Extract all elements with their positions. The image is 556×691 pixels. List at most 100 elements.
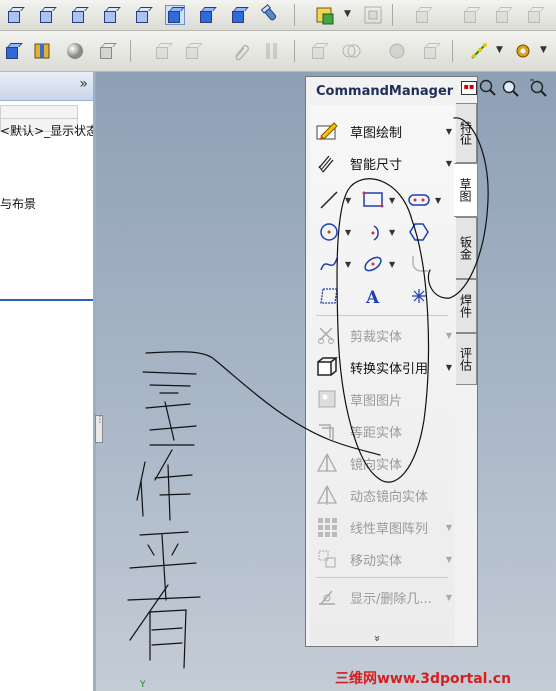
revolve-boss-icon (490, 2, 516, 28)
chevron-down-icon[interactable]: ▼ (446, 523, 452, 532)
shaded-tangent-icon[interactable] (30, 38, 56, 64)
sketch-picture-icon (314, 387, 340, 411)
trim-entities-button[interactable]: 剪裁实体 ▼ (314, 321, 454, 349)
display-delete-relations-label: 显示/删除几... (350, 591, 432, 607)
ellipse-icon[interactable] (360, 251, 386, 277)
sweep-boss-icon (522, 2, 548, 28)
chevron-down-icon[interactable]: ▼ (446, 555, 452, 564)
command-manager-title[interactable]: CommandManager (306, 77, 454, 105)
view-orientation-front-icon[interactable] (34, 2, 60, 28)
standard-toolbar: ▼ ▼ (0, 31, 556, 72)
chevron-down-icon[interactable]: ▼ (446, 363, 452, 372)
smart-fasteners-icon (258, 38, 284, 64)
shaded-edges-icon[interactable] (226, 2, 252, 28)
polygon-icon[interactable] (406, 219, 432, 245)
mirror-entities-button[interactable]: 镜向实体 (314, 449, 454, 477)
flashlight-icon[interactable] (258, 2, 284, 28)
mate-icon (338, 38, 364, 64)
svg-text:A: A (365, 288, 380, 307)
previous-view-icon[interactable] (528, 78, 548, 98)
tab-evaluate[interactable]: 评估 (456, 333, 477, 385)
standard-views-icon[interactable] (2, 2, 28, 28)
tab-weldments[interactable]: 焊件 (456, 279, 477, 333)
chevron-down-icon[interactable]: ▼ (345, 196, 351, 205)
tab-sheet-metal[interactable]: 钣金 (456, 217, 477, 279)
view-orientation-right-icon[interactable] (130, 2, 156, 28)
axis-label: Y (140, 680, 146, 690)
interference-icon (384, 38, 410, 64)
chevron-down-icon[interactable]: ▼ (540, 45, 547, 55)
configuration-display-state[interactable]: <默认>_显示状态 (0, 122, 93, 139)
linear-pattern-label: 线性草图阵列 (350, 521, 429, 537)
dynamic-mirror-button[interactable]: 动态镜向实体 (314, 481, 454, 509)
appearance-scene-item[interactable]: 与布景 (0, 195, 93, 212)
point-icon[interactable] (406, 283, 432, 309)
paperclip-icon (228, 38, 254, 64)
fillet-icon (406, 251, 432, 277)
slot-icon[interactable] (406, 187, 432, 213)
feature-manager-panel: » <默认>_显示状态 与布景 (0, 72, 95, 691)
rotate-view-icon (410, 2, 436, 28)
wireframe-view-icon[interactable] (94, 38, 120, 64)
gear-icon[interactable] (510, 38, 536, 64)
move-entities-button[interactable]: 移动实体 ▼ (314, 545, 454, 573)
chevron-down-icon[interactable]: ▼ (389, 260, 395, 269)
panel-header: » (0, 72, 93, 101)
expand-panel-icon[interactable]: » (79, 76, 88, 92)
isometric-view-icon[interactable] (162, 2, 188, 28)
box-view-icon[interactable] (0, 38, 26, 64)
pin-icon[interactable]: ▪▪ (461, 81, 477, 95)
chevron-down-icon[interactable]: ▼ (496, 45, 503, 55)
circle-icon[interactable] (316, 219, 342, 245)
move-entities-label: 移动实体 (350, 553, 403, 569)
view-orientation-back-icon[interactable] (66, 2, 92, 28)
convert-entities-button[interactable]: 转换实体引用 ▼ (314, 353, 454, 381)
chevron-down-icon[interactable]: ▼ (345, 260, 351, 269)
linear-pattern-button[interactable]: 线性草图阵列 ▼ (314, 513, 454, 541)
smart-dimension-button[interactable]: 智能尺寸 ▼ (314, 149, 454, 177)
arc-icon[interactable] (360, 219, 386, 245)
line-icon[interactable] (316, 187, 342, 213)
display-delete-relations-button[interactable]: 显示/删除几... ▼ (314, 583, 454, 611)
chevron-down-icon[interactable]: ▼ (446, 593, 452, 602)
dynamic-mirror-label: 动态镜向实体 (350, 489, 429, 505)
dynamic-mirror-icon (314, 483, 340, 507)
insert-component-icon[interactable] (312, 2, 338, 28)
text-icon[interactable]: A (360, 283, 386, 309)
chevron-down-icon[interactable]: ▼ (435, 196, 441, 205)
sphere-icon[interactable] (62, 38, 88, 64)
assembly-features-icon (418, 38, 444, 64)
chevron-down-icon[interactable]: ▼ (389, 196, 395, 205)
chevron-down-icon[interactable]: ▼ (389, 228, 395, 237)
more-commands-icon[interactable]: » (371, 635, 384, 642)
sketch-button[interactable]: 草图绘制 ▼ (314, 117, 454, 145)
panel-splitter-handle[interactable]: ⋮ (95, 415, 104, 443)
zoom-to-fit-icon[interactable] (478, 78, 498, 98)
chevron-down-icon[interactable]: ▼ (345, 228, 351, 237)
sketch-pencil-icon (314, 119, 340, 143)
offset-entities-button[interactable]: 等距实体 (314, 417, 454, 445)
zoom-to-area-icon[interactable] (500, 78, 520, 98)
shaded-view-icon[interactable] (194, 2, 220, 28)
chevron-down-icon[interactable]: ▼ (446, 127, 452, 136)
chevron-down-icon[interactable]: ▼ (344, 9, 351, 19)
offset-entities-label: 等距实体 (350, 425, 403, 441)
sketch-picture-button[interactable]: 草图图片 (314, 385, 454, 413)
tab-sketch[interactable]: 草图 (454, 163, 478, 217)
view-orientation-left-icon[interactable] (98, 2, 124, 28)
plane-icon[interactable] (316, 283, 342, 309)
trim-entities-label: 剪裁实体 (350, 329, 403, 345)
sketch-label: 草图绘制 (350, 125, 403, 141)
section-view-icon (360, 2, 386, 28)
spline-icon[interactable] (316, 251, 342, 277)
panel-field (0, 105, 78, 119)
extrude-boss-icon (458, 2, 484, 28)
chevron-down-icon[interactable]: ▼ (446, 331, 452, 340)
chevron-down-icon[interactable]: ▼ (446, 159, 452, 168)
rectangle-icon[interactable] (360, 187, 386, 213)
panel-divider (0, 299, 93, 301)
reference-geometry-icon[interactable] (466, 38, 492, 64)
move-component-icon (306, 38, 332, 64)
tab-features[interactable]: 特征 (456, 103, 477, 163)
linear-pattern-icon (314, 515, 340, 539)
